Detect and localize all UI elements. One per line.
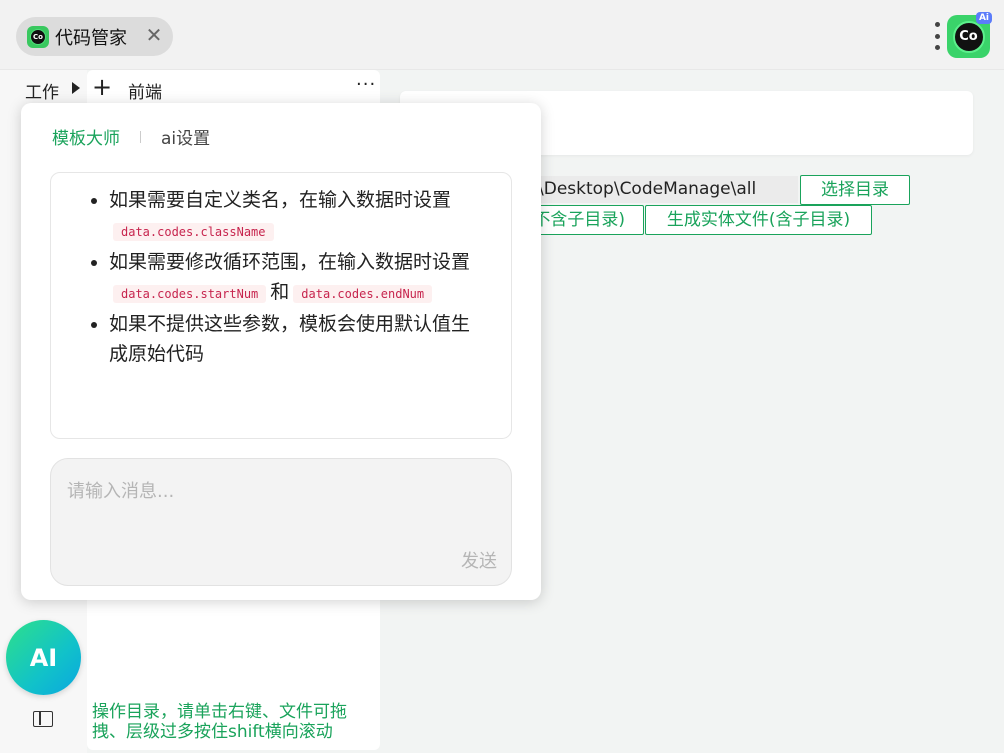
ai-badge: Ai	[975, 12, 992, 24]
path-input[interactable]: \Desktop\CodeManage\all	[520, 176, 798, 203]
code-end-num: data.codes.endNum	[293, 285, 433, 303]
generate-files-button[interactable]: 生成实体文件(含子目录)	[645, 205, 872, 235]
message-input-box: 发送	[50, 458, 512, 586]
top-bar: Co 代码管家 ✕ Co Ai	[0, 0, 1004, 70]
tab-divider	[140, 130, 141, 143]
message-input[interactable]	[67, 477, 487, 537]
list-item: 如果需要自定义类名，在输入数据时设置data.codes.className	[109, 185, 479, 247]
tab-code-manager[interactable]: Co 代码管家 ✕	[16, 17, 173, 56]
tab-ai-settings[interactable]: ai设置	[161, 124, 210, 149]
ai-button[interactable]: AI	[6, 620, 81, 695]
close-icon[interactable]: ✕	[145, 25, 163, 45]
select-directory-button[interactable]: 选择目录	[800, 175, 910, 205]
more-vertical-icon[interactable]	[932, 22, 942, 50]
more-horizontal-icon[interactable]: ···	[356, 74, 376, 95]
add-icon[interactable]: +	[92, 75, 112, 99]
app-logo-icon[interactable]: Co Ai	[947, 12, 992, 58]
tab-template-master[interactable]: 模板大师	[52, 124, 120, 149]
list-item: 如果需要修改循环范围，在输入数据时设置data.codes.startNum和d…	[109, 247, 479, 309]
tree-group-label[interactable]: 前端	[128, 78, 162, 103]
message-list: 如果需要自定义类名，在输入数据时设置data.codes.className 如…	[109, 185, 479, 369]
tab-title: 代码管家	[55, 27, 127, 49]
ai-popup: 模板大师 ai设置 如果需要自定义类名，在输入数据时设置data.codes.c…	[21, 103, 541, 600]
work-label[interactable]: 工作	[25, 78, 59, 103]
message-box: 如果需要自定义类名，在输入数据时设置data.codes.className 如…	[50, 172, 512, 439]
list-item: 如果不提供这些参数，模板会使用默认值生成原始代码	[109, 309, 479, 369]
code-start-num: data.codes.startNum	[113, 285, 267, 303]
help-text: 操作目录，请单击右键、文件可拖拽、层级过多按住shift横向滚动	[92, 702, 347, 742]
app-logo-small-icon: Co	[27, 25, 49, 48]
sidebar-toggle-icon[interactable]	[33, 711, 53, 727]
popup-tabs: 模板大师 ai设置	[52, 124, 210, 149]
send-button[interactable]: 发送	[461, 547, 497, 573]
expand-triangle-icon[interactable]	[72, 82, 80, 94]
code-class-name: data.codes.className	[113, 223, 274, 241]
